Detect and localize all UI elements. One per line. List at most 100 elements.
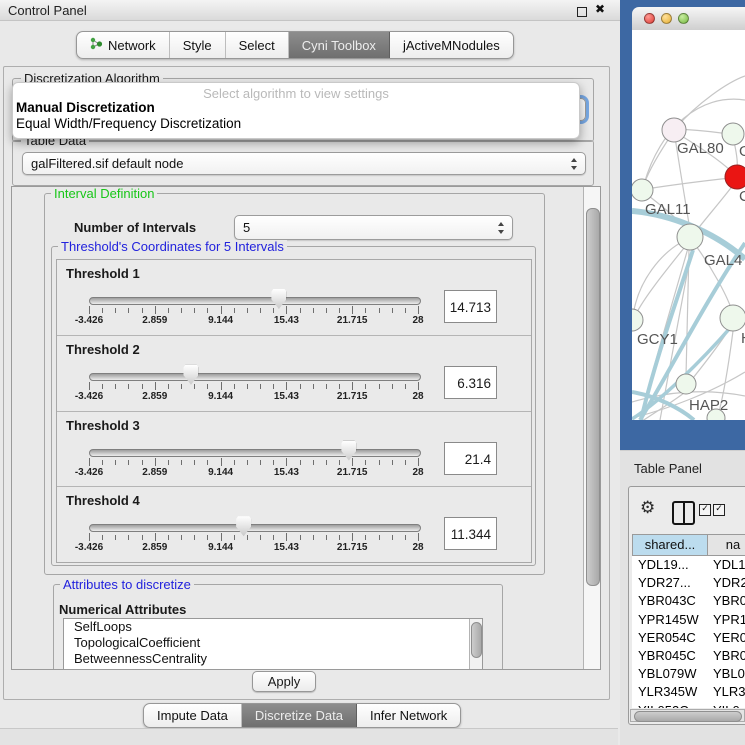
threshold-slider-track[interactable] [89, 297, 421, 305]
table-row[interactable]: YER054C YER0 [632, 629, 745, 647]
number-of-intervals-value: 5 [243, 216, 250, 239]
network-node[interactable] [722, 123, 744, 145]
network-node[interactable] [725, 165, 745, 189]
slider-tick [273, 384, 274, 389]
table-row[interactable]: YBR045C YBR0 [632, 647, 745, 665]
close-panel-icon[interactable]: ✖ [595, 2, 605, 16]
list-item[interactable]: BetweennessCentrality [64, 651, 482, 667]
tab-impute-data[interactable]: Impute Data [144, 704, 242, 727]
slider-tick [286, 533, 287, 541]
threshold-2-value-field[interactable]: 6.316 [444, 366, 497, 399]
table-cell[interactable]: YPR1 [713, 611, 745, 629]
network-canvas[interactable]: GAL80GACGAL11GAL4GCY1HHAP2 [632, 30, 745, 420]
slider-tick [326, 308, 327, 313]
tab-network[interactable]: Network [77, 32, 170, 58]
slider-tick [326, 384, 327, 389]
network-node[interactable] [632, 309, 643, 331]
float-panel-icon[interactable] [577, 7, 587, 17]
threshold-1-value-field[interactable]: 14.713 [444, 290, 497, 323]
zoom-window-icon[interactable] [678, 13, 689, 24]
table-cell[interactable]: YDR27... [638, 574, 691, 592]
slider-tick-label: 28 [412, 391, 423, 402]
table-cell[interactable]: YDL1 [713, 556, 745, 574]
settings-scrollbar-thumb[interactable] [586, 208, 600, 586]
table-cell[interactable]: YBL079W [638, 665, 697, 683]
table-cell[interactable]: YLR345W [638, 683, 697, 701]
slider-tick-label: 2.859 [142, 315, 167, 326]
slider-tick-label: 21.715 [337, 315, 368, 326]
tab-discretize-data[interactable]: Discretize Data [242, 704, 357, 727]
close-window-icon[interactable] [644, 13, 655, 24]
columns-icon[interactable] [672, 501, 695, 525]
algorithm-option[interactable]: Manual Discretization [15, 100, 577, 116]
list-item[interactable]: TopologicalCoefficient [64, 635, 482, 651]
table-cell[interactable]: YER054C [638, 629, 696, 647]
attributes-scrollbar[interactable] [469, 619, 482, 670]
network-node[interactable] [662, 118, 686, 142]
tab-style[interactable]: Style [170, 32, 226, 58]
table-cell[interactable]: YBR043C [638, 592, 696, 610]
table-hscrollbar-thumb[interactable] [634, 711, 742, 722]
table-cell[interactable]: YER0 [713, 629, 745, 647]
slider-tick [102, 460, 103, 465]
combo-arrows-icon [498, 222, 505, 234]
checkbox-icon[interactable]: ✓ [713, 504, 725, 516]
slider-thumb-threshold-4[interactable] [236, 516, 251, 536]
network-node[interactable] [676, 374, 696, 394]
table-cell[interactable]: YBL0 [713, 665, 745, 683]
apply-button[interactable]: Apply [252, 671, 316, 692]
network-node-label: C [739, 188, 745, 205]
threshold-4-value-field[interactable]: 11.344 [444, 517, 497, 550]
node-table: YDL19...YDL1YDR27...YDR2YBR043CYBR0YPR14… [632, 556, 745, 708]
slider-thumb-threshold-1[interactable] [271, 289, 286, 309]
slider-tick-label: -3.426 [75, 467, 103, 478]
table-row[interactable]: YIL052C YIL0 [632, 702, 745, 708]
table-row[interactable]: YDL19... YDL1 [632, 556, 745, 574]
slider-tick [260, 535, 261, 540]
slider-tick [339, 384, 340, 389]
table-cell[interactable]: YBR0 [713, 592, 745, 610]
network-icon [90, 36, 103, 54]
threshold-slider-track[interactable] [89, 524, 421, 532]
table-cell[interactable]: YIL0 [713, 702, 740, 708]
threshold-slider-track[interactable] [89, 373, 421, 381]
table-cell[interactable]: YBR045C [638, 647, 696, 665]
list-item[interactable]: SelfLoops [64, 619, 482, 635]
table-row[interactable]: YLR345W YLR3 [632, 683, 745, 701]
table-cell[interactable]: YIL052C [638, 702, 689, 708]
tab-jactivemnodules[interactable]: jActiveMNodules [390, 32, 513, 58]
table-header-na[interactable]: na [707, 534, 745, 556]
table-cell[interactable]: YDL19... [638, 556, 689, 574]
tab-select[interactable]: Select [226, 32, 289, 58]
network-node[interactable] [677, 224, 703, 250]
table-cell[interactable]: YDR2 [713, 574, 745, 592]
network-node[interactable] [720, 305, 745, 331]
tab-cyni-toolbox[interactable]: Cyni Toolbox [289, 32, 390, 58]
tab-label: Infer Network [370, 708, 447, 723]
table-hscrollbar[interactable] [630, 709, 745, 722]
slider-tick [365, 460, 366, 465]
minimize-window-icon[interactable] [661, 13, 672, 24]
settings-scrollbar[interactable] [583, 187, 601, 669]
algorithm-option[interactable]: Equal Width/Frequency Discretization [15, 116, 577, 132]
table-row[interactable]: YDR27... YDR2 [632, 574, 745, 592]
slider-thumb-threshold-2[interactable] [183, 365, 198, 385]
table-row[interactable]: YBR043C YBR0 [632, 592, 745, 610]
slider-thumb-threshold-3[interactable] [341, 441, 356, 461]
table-cell[interactable]: YPR145W [638, 611, 699, 629]
checkbox-icon[interactable]: ✓ [699, 504, 711, 516]
tab-infer-network[interactable]: Infer Network [357, 704, 460, 727]
gear-icon[interactable]: ⚙ [640, 498, 655, 518]
attributes-scrollbar-thumb[interactable] [471, 622, 482, 658]
table-cell[interactable]: YLR3 [713, 683, 745, 701]
table-row[interactable]: YBL079W YBL0 [632, 665, 745, 683]
threshold-3-value-field[interactable]: 21.4 [444, 442, 497, 475]
network-node[interactable] [632, 179, 653, 201]
table-cell[interactable]: YBR0 [713, 647, 745, 665]
table-row[interactable]: YPR145W YPR1 [632, 611, 745, 629]
number-of-intervals-label: Number of Intervals [74, 220, 196, 235]
table-header-shared-[interactable]: shared... [632, 534, 708, 556]
number-of-intervals-combo[interactable]: 5 [234, 215, 513, 240]
threshold-slider-track[interactable] [89, 449, 421, 457]
table-data-combo[interactable]: galFiltered.sif default node [22, 152, 586, 175]
